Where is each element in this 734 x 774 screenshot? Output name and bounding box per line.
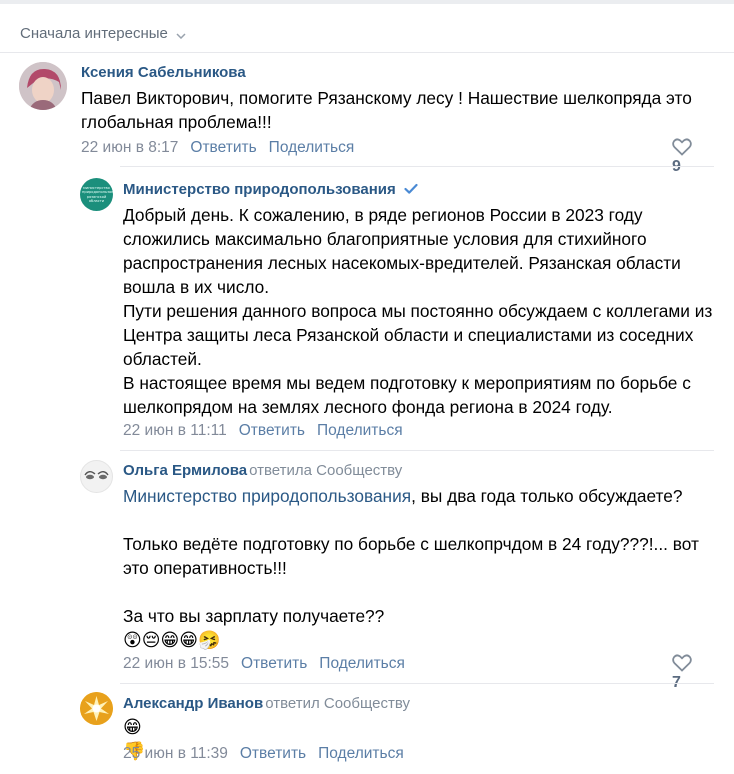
sort-dropdown[interactable]: Сначала интересные (20, 25, 186, 43)
share-button[interactable]: Поделиться (318, 745, 404, 762)
divider (0, 52, 734, 53)
replied-to-label[interactable]: ответила Сообществу (249, 462, 402, 479)
avatar-logo-text: министерство природопользования рязанско… (82, 186, 113, 204)
share-button[interactable]: Поделиться (269, 139, 355, 156)
comment-line: Только ведёте подготовку по борьбе с шел… (123, 534, 699, 578)
mention-link[interactable]: Министерство природопользования (123, 486, 411, 506)
avatar[interactable] (80, 692, 113, 725)
reply-button[interactable]: Ответить (241, 655, 307, 672)
share-button[interactable]: Поделиться (319, 655, 405, 672)
comment-time[interactable]: 22 июн в 15:55 (123, 655, 229, 672)
comment-author[interactable]: Ольга Ермилова ответила Сообществу (123, 462, 402, 479)
comment-emojis: 😲😔😁😁🤧 (123, 630, 221, 650)
heart-icon (672, 138, 696, 157)
replied-to-label[interactable]: ответил Сообществу (265, 695, 410, 712)
top-divider (0, 0, 734, 4)
divider (120, 166, 714, 167)
avatar[interactable] (19, 62, 67, 110)
sort-label: Сначала интересные (20, 25, 168, 42)
comment-paragraph: В настоящее время мы ведем подготовку к … (123, 373, 691, 417)
reply-button[interactable]: Ответить (190, 139, 256, 156)
comment-meta: 25 июн в 11:39 Ответить Поделиться (123, 745, 404, 763)
share-button[interactable]: Поделиться (317, 422, 403, 439)
comment-meta: 22 июн в 8:17 Ответить Поделиться (81, 139, 354, 157)
comment-meta: 22 июн в 15:55 Ответить Поделиться (123, 655, 405, 673)
comment-time[interactable]: 25 июн в 11:39 (123, 745, 228, 762)
comment-author[interactable]: Министерство природопользования (123, 181, 418, 198)
comment-line: , вы два года только обсуждаете? (411, 486, 683, 506)
comment-paragraph: Пути решения данного вопроса мы постоянн… (123, 301, 713, 369)
comment-text: Министерство природопользования, вы два … (123, 484, 723, 652)
like-button[interactable]: 9 (672, 138, 696, 176)
heart-icon (672, 654, 696, 673)
comment-time[interactable]: 22 июн в 8:17 (81, 139, 178, 156)
divider (120, 450, 714, 451)
comment-author-name: Александр Иванов (123, 695, 264, 712)
avatar[interactable] (80, 460, 113, 493)
comment-paragraph: Добрый день. К сожалению, в ряде регионо… (123, 205, 681, 297)
verified-icon (400, 181, 418, 198)
reply-button[interactable]: Ответить (240, 745, 306, 762)
comment-line: За что вы зарплату получаете?? (123, 606, 385, 626)
reply-button[interactable]: Ответить (239, 422, 305, 439)
comment-time[interactable]: 22 июн в 11:11 (123, 422, 227, 439)
divider (120, 683, 714, 684)
comment-text: Павел Викторович, помогите Рязанскому ле… (81, 88, 692, 132)
comment-meta: 22 июн в 11:11 Ответить Поделиться (123, 422, 403, 440)
ministry-logo-avatar[interactable]: министерство природопользования рязанско… (80, 178, 113, 211)
like-button[interactable]: 7 (672, 654, 696, 692)
chevron-down-icon (176, 26, 186, 43)
comment-text: Добрый день. К сожалению, в ряде регионо… (123, 203, 713, 419)
comment-author[interactable]: Александр Иванов ответил Сообществу (123, 695, 410, 712)
comment-author-name: Министерство природопользования (123, 181, 396, 198)
comment-author[interactable]: Ксения Сабельникова (81, 64, 246, 81)
comment-author-name: Ольга Ермилова (123, 462, 248, 479)
